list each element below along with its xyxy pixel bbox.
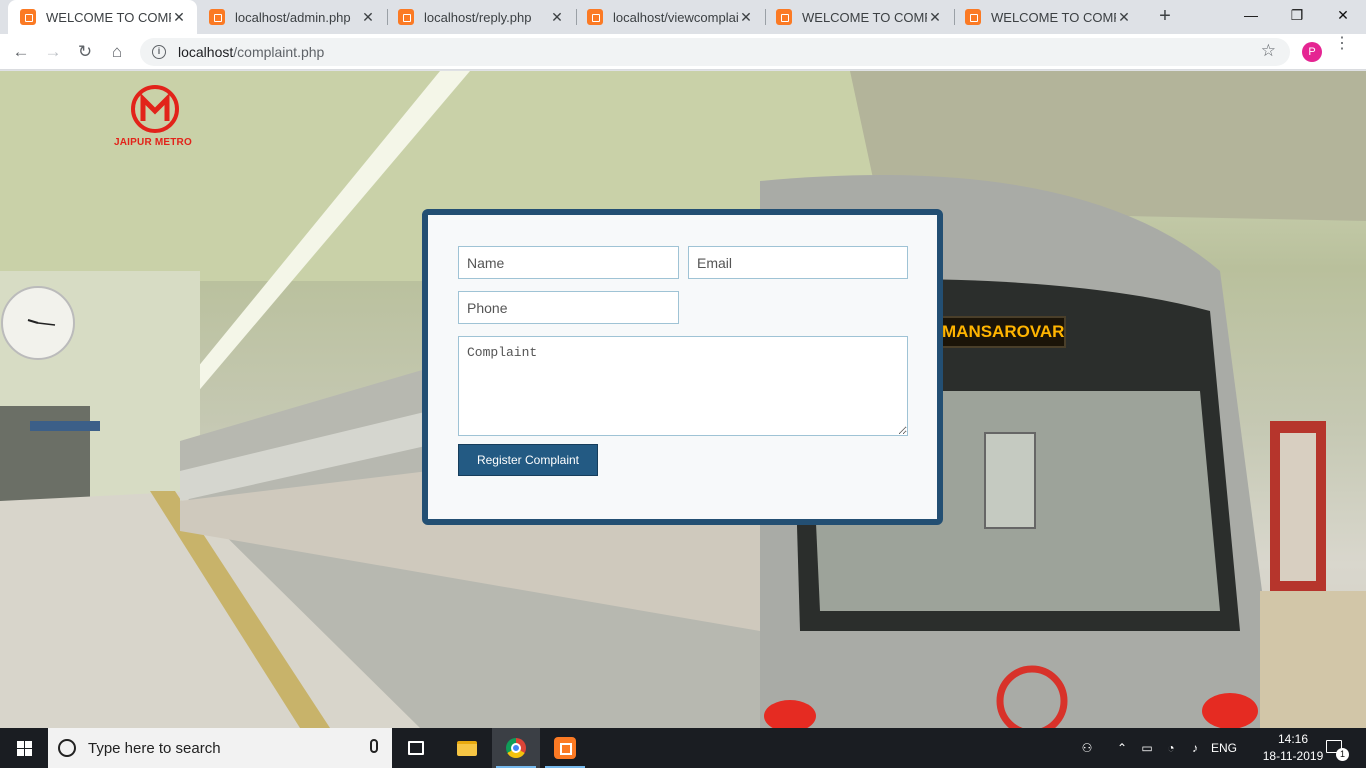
people-icon[interactable]: ⚇ <box>1076 728 1098 768</box>
back-button[interactable]: ← <box>8 39 34 65</box>
page-viewport: JAIPUR METRO MANSAROVAR Register Complai… <box>0 71 1366 728</box>
microphone-icon[interactable] <box>370 739 378 753</box>
close-tab-icon[interactable]: ✕ <box>1116 9 1132 26</box>
url-host: localhost <box>178 44 234 60</box>
language-indicator[interactable]: ENG <box>1208 728 1240 768</box>
volume-icon[interactable]: ♪ <box>1184 728 1206 768</box>
xampp-favicon-icon <box>776 9 792 25</box>
search-placeholder: Type here to search <box>88 739 221 757</box>
start-button[interactable] <box>0 728 48 768</box>
xampp-favicon-icon <box>398 9 414 25</box>
battery-icon[interactable]: ▭ <box>1136 728 1158 768</box>
tab-title: localhost/reply.php <box>424 9 532 25</box>
tab-title: WELCOME TO COMPLA <box>991 9 1116 25</box>
url-text: localhost/complaint.php <box>178 44 324 60</box>
browser-toolbar: ← → ↻ ⌂ i localhost/complaint.php ☆ P ⋮ <box>0 34 1366 70</box>
more-menu-icon[interactable]: ⋮ <box>1334 36 1350 52</box>
clock-time: 14:16 <box>1277 732 1309 746</box>
profile-avatar[interactable]: P <box>1302 42 1322 62</box>
xampp-favicon-icon <box>965 9 981 25</box>
complaint-textarea[interactable] <box>458 336 908 436</box>
file-explorer-button[interactable] <box>443 728 491 768</box>
show-hidden-icons-chevron-icon[interactable]: ⌃ <box>1112 728 1132 768</box>
email-field[interactable] <box>688 246 908 279</box>
close-tab-icon[interactable]: ✕ <box>171 9 187 26</box>
tab-welcome-active[interactable]: WELCOME TO COMPLA ✕ <box>8 0 197 34</box>
tab-admin[interactable]: localhost/admin.php ✕ <box>197 0 386 34</box>
xampp-icon <box>554 737 576 759</box>
xampp-favicon-icon <box>209 9 225 25</box>
address-bar[interactable]: i localhost/complaint.php ☆ <box>140 38 1290 66</box>
reload-button[interactable]: ↻ <box>72 39 98 65</box>
close-tab-icon[interactable]: ✕ <box>927 9 943 26</box>
tab-reply[interactable]: localhost/reply.php ✕ <box>386 0 575 34</box>
folder-icon <box>457 740 477 756</box>
clock-date: 18-11-2019 <box>1262 749 1324 763</box>
complaint-form: Register Complaint <box>422 209 943 525</box>
task-view-button[interactable] <box>392 728 440 768</box>
new-tab-button[interactable]: + <box>1154 5 1176 27</box>
close-tab-icon[interactable]: ✕ <box>549 9 565 26</box>
system-clock[interactable]: 14:16 18-11-2019 <box>1262 731 1324 765</box>
tab-welcome-2[interactable]: WELCOME TO COMPLA ✕ <box>764 0 953 34</box>
info-icon[interactable]: i <box>152 45 166 59</box>
tab-title: WELCOME TO COMPLA <box>46 9 171 25</box>
tab-title: localhost/viewcomplain <box>613 9 738 25</box>
wifi-icon[interactable]: ◔ <box>1160 728 1182 768</box>
minimize-button[interactable]: — <box>1228 0 1274 30</box>
tab-title: WELCOME TO COMPLA <box>802 9 927 25</box>
register-complaint-button[interactable]: Register Complaint <box>458 444 598 476</box>
close-tab-icon[interactable]: ✕ <box>738 9 754 26</box>
xampp-favicon-icon <box>587 9 603 25</box>
xampp-taskbar-button[interactable] <box>541 728 589 768</box>
restore-button[interactable]: ❐ <box>1274 0 1320 30</box>
forward-button[interactable]: → <box>40 39 66 65</box>
chrome-icon <box>506 738 526 758</box>
home-button[interactable]: ⌂ <box>104 39 130 65</box>
taskbar-search[interactable]: Type here to search <box>48 728 392 768</box>
task-view-icon <box>408 741 424 755</box>
tab-title: localhost/admin.php <box>235 9 351 25</box>
xampp-favicon-icon <box>20 9 36 25</box>
bookmark-star-icon[interactable]: ☆ <box>1261 41 1276 61</box>
tab-viewcomplain[interactable]: localhost/viewcomplain ✕ <box>575 0 764 34</box>
tab-welcome-3[interactable]: WELCOME TO COMPLA ✕ <box>953 0 1142 34</box>
close-tab-icon[interactable]: ✕ <box>360 9 376 26</box>
cortana-icon <box>58 739 76 757</box>
windows-taskbar: Type here to search ⚇ ⌃ ▭ ◔ ♪ ENG 14:16 … <box>0 728 1366 768</box>
tab-strip: WELCOME TO COMPLA ✕ localhost/admin.php … <box>0 0 1366 34</box>
name-field[interactable] <box>458 246 679 279</box>
logo-text: JAIPUR METRO <box>114 137 192 148</box>
notification-count-badge: 1 <box>1336 748 1349 761</box>
url-path: /complaint.php <box>233 44 325 60</box>
chrome-taskbar-button[interactable] <box>492 728 540 768</box>
windows-logo-icon <box>17 741 32 756</box>
close-window-button[interactable]: ✕ <box>1320 0 1366 30</box>
destination-board: MANSAROVAR <box>940 316 1066 348</box>
phone-field[interactable] <box>458 291 679 324</box>
